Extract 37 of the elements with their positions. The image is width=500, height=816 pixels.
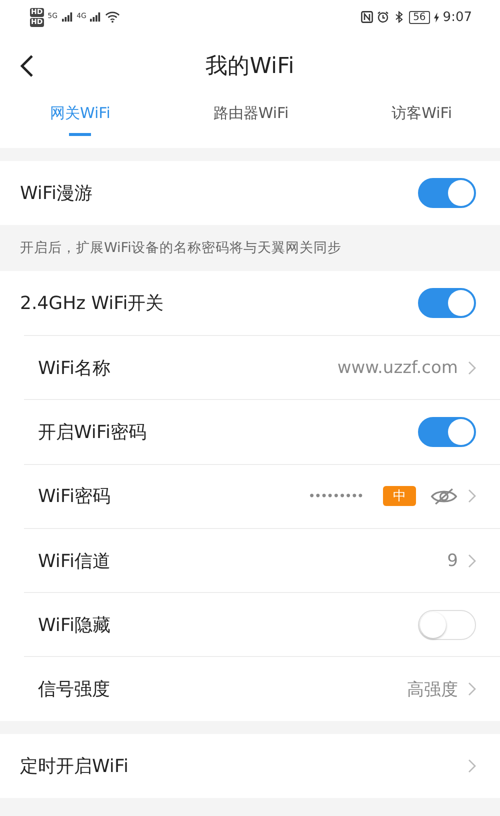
setting-label: WiFi漫游 — [20, 182, 92, 205]
masked-password: ••••••••• — [308, 489, 363, 504]
setting-value: 9 — [447, 550, 458, 571]
setting-label: 信号强度 — [38, 678, 110, 702]
setting-label: WiFi信道 — [38, 550, 110, 573]
setting-label: WiFi名称 — [38, 356, 110, 380]
chevron-icon[interactable] — [468, 554, 476, 568]
hidden-eye-icon[interactable] — [430, 486, 458, 506]
charging-icon — [434, 12, 439, 22]
setting-value: www.uzzf.com — [337, 358, 458, 378]
tab[interactable]: 路由器WiFi — [213, 98, 289, 136]
setting-value: 高强度 — [407, 678, 458, 701]
nfc-icon — [361, 11, 374, 23]
toggle-switch[interactable] — [418, 288, 476, 318]
chevron-icon[interactable] — [468, 489, 476, 504]
chevron-icon[interactable] — [468, 758, 476, 773]
clock: 9:07 — [442, 10, 472, 24]
toggle-switch[interactable] — [418, 178, 476, 208]
bluetooth-icon — [393, 11, 406, 23]
chevron-icon[interactable] — [468, 682, 476, 696]
setting-label: 开启WiFi密码 — [38, 420, 146, 444]
chevron-icon[interactable] — [468, 360, 476, 375]
setting-label: WiFi密码 — [38, 485, 110, 508]
signal-icon — [62, 12, 73, 22]
signal-icon — [90, 12, 102, 22]
alarm-icon — [377, 11, 390, 23]
toggle-switch[interactable] — [418, 416, 476, 447]
wifi-icon — [105, 11, 120, 23]
strength-badge: 中 — [383, 486, 416, 506]
battery-level: 56 — [409, 10, 430, 24]
back-icon[interactable] — [20, 54, 34, 78]
hint-text: 开启后，扩展WiFi设备的名称密码将与天翼网关同步 — [20, 239, 342, 257]
setting-label[interactable]: 定时开启WiFi — [20, 754, 128, 778]
setting-label: WiFi隐藏 — [38, 614, 110, 637]
setting-label: 2.4GHz WiFi开关 — [20, 292, 164, 315]
tab[interactable]: 访客WiFi — [392, 98, 452, 136]
page-title: 我的WiFi — [206, 53, 294, 81]
